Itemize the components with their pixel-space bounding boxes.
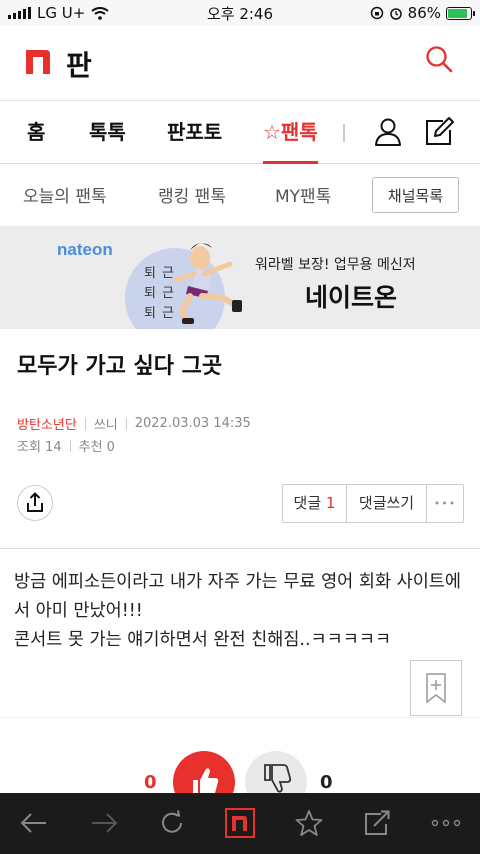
tab-pan-photo[interactable]: 판포토 <box>167 101 222 164</box>
battery-fill <box>448 8 467 18</box>
post-body-line: 콘서트 못 가는 얘기하면서 완전 친해짐..ㅋㅋㅋㅋㅋ <box>14 630 392 650</box>
home-nate-button[interactable] <box>224 808 256 838</box>
edit-icon <box>426 117 454 145</box>
profile-button[interactable] <box>372 116 404 148</box>
write-post-button[interactable] <box>423 116 455 148</box>
browser-toolbar <box>0 793 480 854</box>
share-out-icon <box>365 810 390 835</box>
content-divider <box>0 548 480 549</box>
star-icon <box>295 810 323 836</box>
main-nav: 홈 톡톡 판포토 ☆팬톡 <box>0 100 480 164</box>
app-header: 판 <box>0 26 480 100</box>
like-count: 0 <box>144 772 157 793</box>
section-divider <box>0 717 480 718</box>
forward-arrow-icon <box>92 813 118 833</box>
post-body-line: 서 아미 만났어!!! <box>14 601 143 621</box>
comment-count-button[interactable]: 댓글 1 <box>283 485 347 522</box>
reload-icon <box>162 810 182 833</box>
rotation-lock-icon <box>370 6 383 20</box>
more-dots-icon <box>431 819 461 827</box>
battery-icon <box>446 6 475 20</box>
meta-divider <box>84 417 86 430</box>
back-arrow-icon <box>20 813 46 833</box>
meta-divider <box>125 417 127 430</box>
dislike-count: 0 <box>320 772 333 793</box>
more-options-button[interactable]: ••• <box>427 485 463 522</box>
comment-count: 1 <box>325 494 336 512</box>
favorite-button[interactable] <box>293 808 325 838</box>
search-button[interactable] <box>424 44 454 74</box>
nav-divider <box>343 124 345 142</box>
banner-vertical-text: 퇴 <box>144 286 156 301</box>
share-page-button[interactable] <box>361 808 393 838</box>
share-button[interactable] <box>17 485 53 521</box>
subnav-my-fantalk[interactable]: MY팬톡 <box>275 182 331 207</box>
nate-logo-icon <box>225 808 255 838</box>
app-title: 판 <box>66 49 92 82</box>
share-icon <box>27 492 43 512</box>
post-recommend: 추천 0 <box>78 440 115 455</box>
search-icon <box>426 46 453 73</box>
user-icon <box>375 118 401 146</box>
banner-tagline: 워라벨 보장! 업무용 메신저 <box>255 257 416 273</box>
banner-product-name: 네이트온 <box>305 283 398 312</box>
ad-banner[interactable]: nateon 퇴 근 퇴 근 퇴 근 워라벨 보장! 업무용 메신저 네이트온 <box>0 226 480 329</box>
meta-divider <box>69 439 71 452</box>
channel-list-button[interactable]: 채널목록 <box>372 177 459 213</box>
post-channel-link[interactable]: 방탄소년단 <box>17 414 77 433</box>
back-button[interactable] <box>18 808 50 838</box>
post-writer: 쓰니 <box>93 418 118 433</box>
bookmark-button[interactable] <box>410 660 462 716</box>
comment-label: 댓글 <box>293 494 322 512</box>
menu-more-button[interactable] <box>430 808 462 838</box>
comment-actions: 댓글 1 댓글쓰기 ••• <box>282 484 464 523</box>
write-comment-button[interactable]: 댓글쓰기 <box>347 485 427 522</box>
post-date: 2022.03.03 14:35 <box>134 416 251 431</box>
post-body: 방금 에피소든이라고 내가 자주 가는 무료 영어 회화 사이트에 서 아미 만… <box>14 568 470 655</box>
banner-brand: nateon <box>57 240 113 259</box>
post-body-line: 방금 에피소든이라고 내가 자주 가는 무료 영어 회화 사이트에 <box>14 572 462 592</box>
reload-button[interactable] <box>156 808 188 838</box>
post-meta: 방탄소년단 쓰니 2022.03.03 14:35 <box>17 414 251 433</box>
nate-logo-icon[interactable] <box>25 49 51 75</box>
status-right: 86% <box>370 4 475 22</box>
post-title: 모두가 가고 싶다 그곳 <box>17 354 223 379</box>
alarm-icon <box>389 8 402 20</box>
bookmark-add-icon <box>426 673 446 704</box>
tab-home[interactable]: 홈 <box>27 101 45 164</box>
banner-vertical-text: 퇴 <box>144 266 156 281</box>
subnav-today-fantalk[interactable]: 오늘의 팬톡 <box>23 182 107 207</box>
tab-toktok[interactable]: 톡톡 <box>89 101 126 164</box>
subnav-ranking-fantalk[interactable]: 랭킹 팬톡 <box>158 182 226 207</box>
banner-vertical-text: 퇴 <box>144 306 156 321</box>
tab-fantalk[interactable]: ☆팬톡 <box>263 101 318 164</box>
sub-nav: 오늘의 팬톡 랭킹 팬톡 MY팬톡 채널목록 <box>0 164 480 226</box>
status-bar: LG U+ 오후 2:46 86% <box>0 0 480 26</box>
post-stats: 조회 14 추천 0 <box>17 436 115 455</box>
post-views: 조회 14 <box>17 440 62 455</box>
forward-button[interactable] <box>88 808 120 838</box>
battery-percent: 86% <box>407 4 441 22</box>
running-person-illustration <box>173 243 242 325</box>
